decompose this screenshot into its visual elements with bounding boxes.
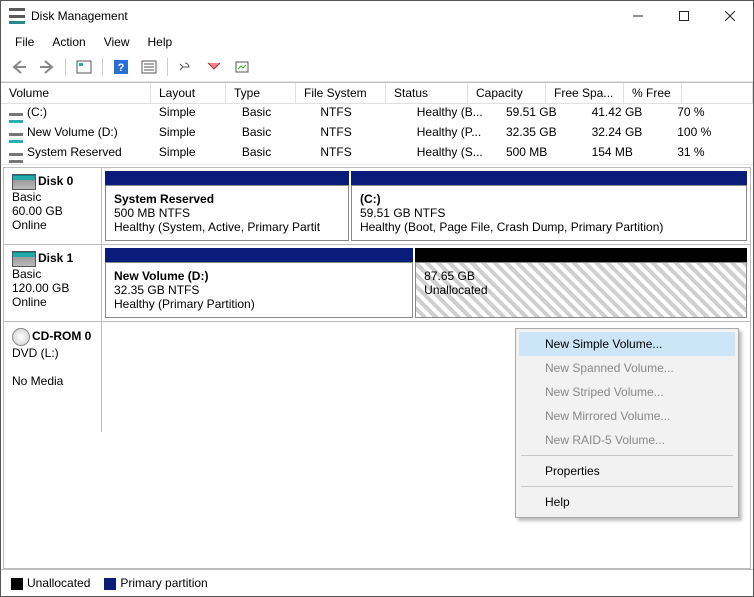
partition-size: 59.51 GB NTFS [360,206,738,220]
toolbar: ? [1,53,753,82]
partition-size: 500 MB NTFS [114,206,340,220]
show-hide-console-button[interactable] [72,55,96,79]
disk-state: Online [12,218,93,232]
partition-bar-segment [105,171,349,185]
menubar: File Action View Help [1,31,753,53]
back-button[interactable] [7,55,31,79]
cd-icon [12,328,30,346]
disk-type: Basic [12,190,93,204]
window-title: Disk Management [31,9,615,23]
volume-icon [9,133,23,143]
action-list-button[interactable] [137,55,161,79]
disk-state: Online [12,295,93,309]
partition-status: Unallocated [424,283,738,297]
col-percent-free[interactable]: % Free [624,83,682,104]
partition-size: 87.65 GB [424,269,738,283]
ctx-new-striped-volume[interactable]: New Striped Volume... [519,380,735,404]
col-status[interactable]: Status [386,83,468,104]
col-filesystem[interactable]: File System [296,83,386,104]
refresh-button[interactable] [174,55,198,79]
ctx-new-mirrored-volume[interactable]: New Mirrored Volume... [519,404,735,428]
volume-list-header: Volume Layout Type File System Status Ca… [1,83,753,104]
close-button[interactable] [707,1,753,31]
ctx-new-raid5-volume[interactable]: New RAID-5 Volume... [519,428,735,452]
disk-label: CD-ROM 0 DVD (L:) No Media [4,322,102,432]
legend-primary: Primary partition [104,576,207,590]
disk-drive-letter: DVD (L:) [12,346,93,360]
minimize-button[interactable] [615,1,661,31]
menu-action[interactable]: Action [44,33,93,51]
toolbar-separator [167,58,168,76]
disk-label: Disk 1 Basic 120.00 GB Online [4,245,102,321]
col-spacer [682,83,753,104]
disk-row-disk0[interactable]: Disk 0 Basic 60.00 GB Online System Rese… [4,168,750,245]
window-controls [615,1,753,31]
disk-name: Disk 1 [38,251,73,265]
ctx-help[interactable]: Help [519,490,735,514]
volume-row[interactable]: (C:)SimpleBasicNTFSHealthy (B...59.51 GB… [1,104,753,124]
unallocated-space[interactable]: 87.65 GB Unallocated [415,262,747,318]
partition-status: Healthy (System, Active, Primary Partit [114,220,340,234]
titlebar: Disk Management [1,1,753,31]
disk-type: Basic [12,267,93,281]
col-free-space[interactable]: Free Spa... [546,83,624,104]
hdd-icon [12,251,36,267]
swatch-unallocated [11,578,23,590]
disk-state: No Media [12,374,93,388]
rescan-button[interactable] [202,55,226,79]
partition-bar-segment [105,248,413,262]
context-menu: New Simple Volume... New Spanned Volume.… [515,328,739,518]
partition-title: (C:) [360,192,738,206]
volume-icon [9,153,23,163]
menu-view[interactable]: View [96,33,138,51]
volume-rows: (C:)SimpleBasicNTFSHealthy (B...59.51 GB… [1,104,753,164]
partition-status: Healthy (Primary Partition) [114,297,404,311]
svg-text:?: ? [118,62,125,74]
app-icon [9,8,25,24]
volume-icon [9,113,23,123]
partition-system-reserved[interactable]: System Reserved 500 MB NTFS Healthy (Sys… [105,185,349,241]
col-volume[interactable]: Volume [1,83,151,104]
ctx-new-spanned-volume[interactable]: New Spanned Volume... [519,356,735,380]
forward-button[interactable] [35,55,59,79]
maximize-button[interactable] [661,1,707,31]
partition-bar-unallocated [415,248,747,262]
partition-c[interactable]: (C:) 59.51 GB NTFS Healthy (Boot, Page F… [351,185,747,241]
volume-row[interactable]: System ReservedSimpleBasicNTFSHealthy (S… [1,144,753,164]
disk-label: Disk 0 Basic 60.00 GB Online [4,168,102,244]
disk-size: 60.00 GB [12,204,93,218]
legend-unallocated: Unallocated [11,576,90,590]
disk-name: Disk 0 [38,174,73,188]
menu-file[interactable]: File [7,33,42,51]
swatch-primary [104,578,116,590]
disk-management-window: Disk Management File Action View Help ? … [0,0,754,597]
ctx-separator [521,486,733,487]
partition-new-volume-d[interactable]: New Volume (D:) 32.35 GB NTFS Healthy (P… [105,262,413,318]
ctx-properties[interactable]: Properties [519,459,735,483]
toolbar-separator [102,58,103,76]
partition-status: Healthy (Boot, Page File, Crash Dump, Pr… [360,220,738,234]
hdd-icon [12,174,36,190]
partition-title: System Reserved [114,192,340,206]
volume-row[interactable]: New Volume (D:)SimpleBasicNTFSHealthy (P… [1,124,753,144]
volume-list: Volume Layout Type File System Status Ca… [1,82,753,165]
col-layout[interactable]: Layout [151,83,226,104]
partition-title: New Volume (D:) [114,269,404,283]
col-capacity[interactable]: Capacity [468,83,546,104]
help-button[interactable]: ? [109,55,133,79]
settings-button[interactable] [230,55,254,79]
partition-size: 32.35 GB NTFS [114,283,404,297]
disk-row-disk1[interactable]: Disk 1 Basic 120.00 GB Online New Volume… [4,245,750,322]
ctx-new-simple-volume[interactable]: New Simple Volume... [519,332,735,356]
partition-bar-segment [351,171,747,185]
col-type[interactable]: Type [226,83,296,104]
disk-name: CD-ROM 0 [32,329,91,343]
menu-help[interactable]: Help [140,33,181,51]
ctx-separator [521,455,733,456]
disk-size: 120.00 GB [12,281,93,295]
toolbar-separator [65,58,66,76]
legend: Unallocated Primary partition [1,569,753,596]
